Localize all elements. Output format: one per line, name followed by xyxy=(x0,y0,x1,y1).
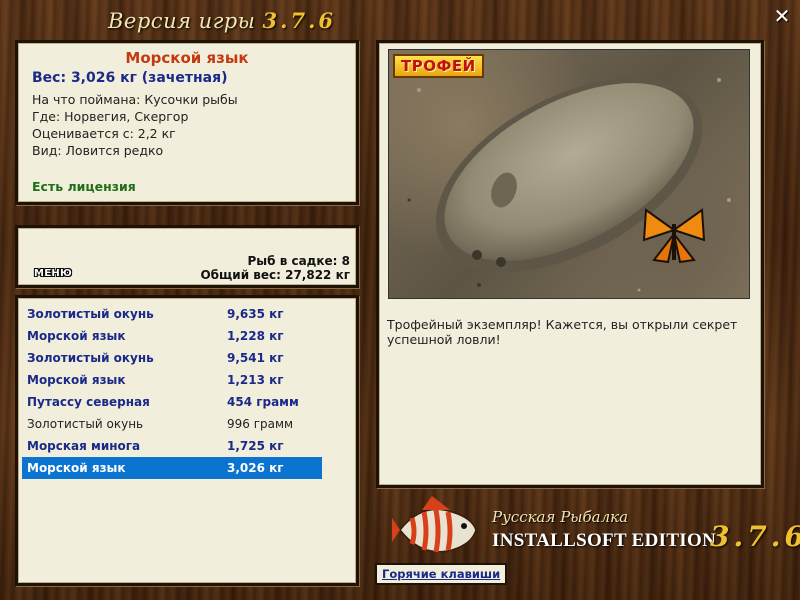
fish-eye-left xyxy=(472,250,482,260)
brand-title: Русская Рыбалка xyxy=(492,508,629,526)
catch-row[interactable]: Морская минога 1,725 кг xyxy=(22,435,322,457)
hotkeys-button[interactable]: Горячие клавиши xyxy=(375,563,508,585)
window-title: Версия игры 3.7.6 xyxy=(108,8,336,33)
fish-name: Морской язык xyxy=(125,49,249,67)
trophy-message: Трофейный экземпляр! Кажется, вы открыли… xyxy=(387,317,738,347)
catch-row[interactable]: Золотистый окунь 9,635 кг xyxy=(22,303,322,325)
catch-name: Путассу северная xyxy=(27,395,150,409)
catch-name: Золотистый окунь xyxy=(27,351,154,365)
detail-species-rarity: Вид: Ловится редко xyxy=(32,143,164,158)
catch-name: Золотистый окунь xyxy=(27,417,144,431)
sole-fish-illustration xyxy=(407,78,731,292)
fish-weight: Вес: 3,026 кг (зачетная) xyxy=(32,70,228,86)
trophy-badge: ТРОФЕЙ xyxy=(393,54,484,78)
catch-weight: 1,725 кг xyxy=(227,439,284,453)
catch-weight: 9,541 кг xyxy=(227,351,284,365)
catch-name: Морской язык xyxy=(27,329,126,343)
fish-eye-right xyxy=(496,257,506,267)
detail-location: Где: Норвегия, Скергор xyxy=(32,109,189,124)
catch-row-selected[interactable]: Морской язык 3,026 кг xyxy=(22,457,322,479)
catch-weight: 3,026 кг xyxy=(227,461,284,475)
brand-edition: INSTALLSOFT EDITION xyxy=(492,530,717,551)
catch-row[interactable]: Морской язык 1,213 кг xyxy=(22,369,322,391)
trophy-panel: ТРОФЕЙ Трофейный экземпляр! Кажется, вы … xyxy=(376,40,764,488)
catch-weight: 1,213 кг xyxy=(227,373,284,387)
butterfly-icon xyxy=(642,208,706,264)
catch-weight: 996 грамм xyxy=(227,417,294,431)
cage-fish-count: Рыб в садке: 8 xyxy=(247,254,351,268)
perch-fish-icon xyxy=(392,496,477,553)
catch-name: Золотистый окунь xyxy=(27,307,154,321)
catch-list: Золотистый окунь 9,635 кг Морской язык 1… xyxy=(15,295,359,586)
cage-summary-panel: МЕНЮ Рыб в садке: 8 Общий вес: 27,822 кг xyxy=(15,225,359,288)
catch-weight: 1,228 кг xyxy=(227,329,284,343)
menu-button[interactable]: МЕНЮ xyxy=(34,268,72,279)
fish-photo: ТРОФЕЙ xyxy=(388,49,750,299)
title-version: 3.7.6 xyxy=(262,8,337,33)
catch-row[interactable]: Путассу северная 454 грамм xyxy=(22,391,322,413)
catch-name: Морской язык xyxy=(27,373,126,387)
catch-row[interactable]: Золотистый окунь 996 грамм xyxy=(22,413,322,435)
close-button[interactable]: ✕ xyxy=(772,6,792,26)
detail-bait: На что поймана: Кусочки рыбы xyxy=(32,92,238,107)
license-status: Есть лицензия xyxy=(32,179,136,194)
cage-total-weight: Общий вес: 27,822 кг xyxy=(200,268,350,282)
fish-info-panel: Морской язык Вес: 3,026 кг (зачетная) На… xyxy=(15,40,359,205)
title-prefix: Версия игры xyxy=(108,9,256,33)
catch-weight: 454 грамм xyxy=(227,395,299,409)
catch-name: Морской язык xyxy=(27,461,126,475)
catch-row[interactable]: Золотистый окунь 9,541 кг xyxy=(22,347,322,369)
close-icon: ✕ xyxy=(773,4,791,28)
brand-version: 3.7.6 xyxy=(710,520,800,553)
fish-details: На что поймана: Кусочки рыбы Где: Норвег… xyxy=(32,92,342,158)
brand-logo: Русская Рыбалка INSTALLSOFT EDITION 3.7.… xyxy=(392,492,800,562)
detail-rated-from: Оценивается с: 2,2 кг xyxy=(32,126,176,141)
catch-weight: 9,635 кг xyxy=(227,307,284,321)
catch-name: Морская минога xyxy=(27,439,141,453)
catch-row[interactable]: Морской язык 1,228 кг xyxy=(22,325,322,347)
